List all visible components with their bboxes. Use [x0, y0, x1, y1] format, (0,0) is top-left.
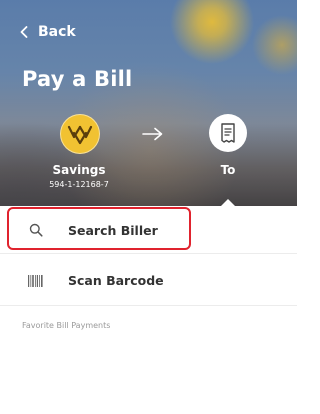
back-label: Back: [38, 24, 76, 40]
chevron-left-icon: [20, 26, 28, 38]
from-account-number: 594-1-12168-7: [49, 180, 109, 189]
to-label: To: [220, 163, 236, 177]
selection-pointer: [220, 199, 236, 207]
from-account-name: Savings: [52, 163, 106, 177]
page-title: Pay a Bill: [22, 67, 133, 91]
to-biller-selector[interactable]: [209, 114, 247, 152]
arrow-right-icon: [142, 126, 164, 145]
divider: [0, 253, 297, 254]
divider: [0, 305, 297, 306]
back-button[interactable]: Back: [20, 24, 76, 40]
scan-barcode-label[interactable]: Scan Barcode: [68, 273, 164, 288]
bank-logo-icon[interactable]: [60, 114, 100, 154]
barcode-icon: [28, 272, 44, 291]
search-biller-label[interactable]: Search Biller: [68, 223, 158, 238]
search-icon: [29, 222, 43, 241]
favorites-section-label: Favorite Bill Payments: [22, 321, 111, 330]
